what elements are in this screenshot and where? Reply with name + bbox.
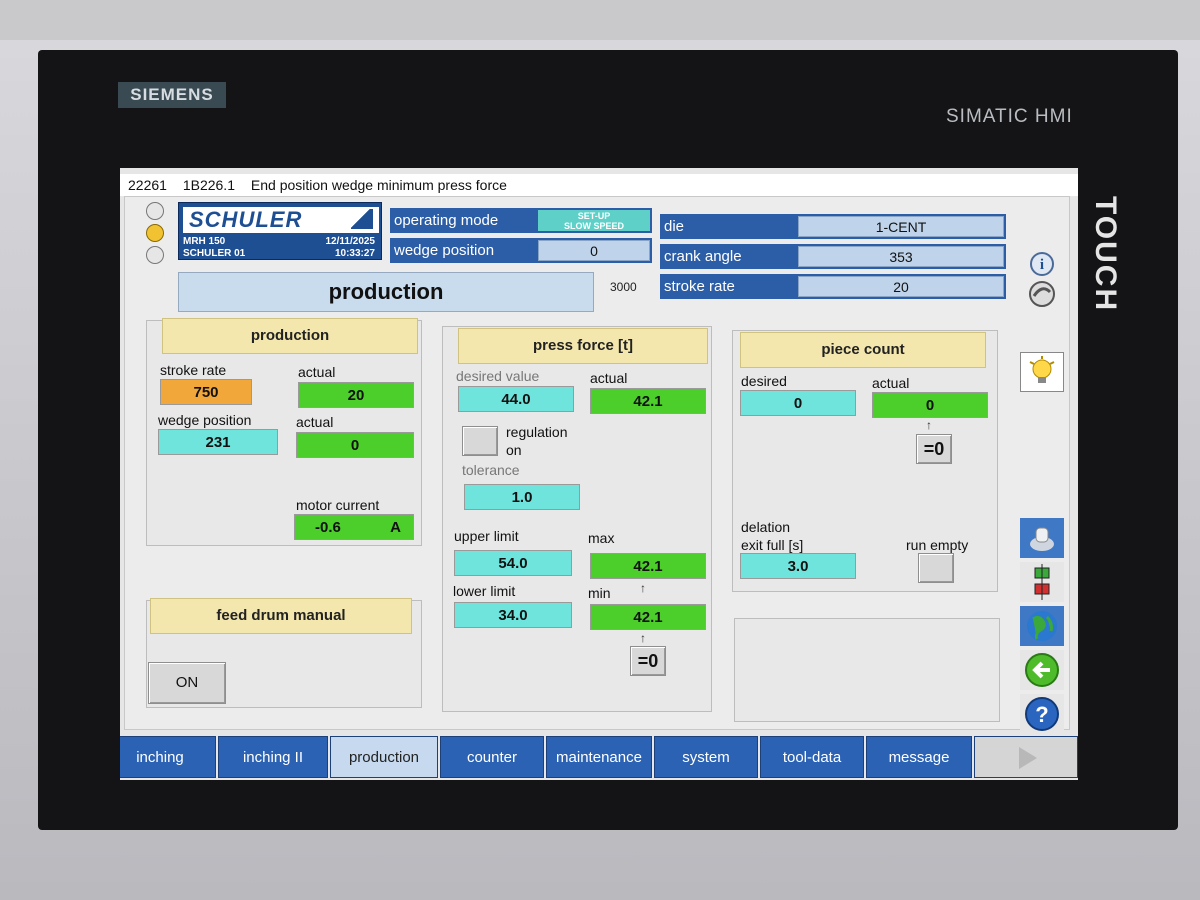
min-label: min <box>588 585 611 601</box>
tab-maintenance[interactable]: maintenance <box>546 736 652 778</box>
feed-drum-on-button[interactable]: ON <box>148 662 226 704</box>
regulation-label: regulation <box>506 424 568 440</box>
tolerance-field[interactable]: 1.0 <box>464 484 580 510</box>
simatic-label: SIMATIC HMI <box>946 106 1073 127</box>
crank-angle-value: 353 <box>798 246 1004 267</box>
schuler-logo: SCHULER MRH 150 SCHULER 01 12/11/2025 10… <box>178 202 382 260</box>
date-label: 12/11/2025 <box>325 236 376 247</box>
run-empty-toggle[interactable] <box>918 553 954 583</box>
exit-full-label: exit full [s] <box>741 537 804 553</box>
stroke-rate-setpoint-field[interactable]: 750 <box>160 379 252 405</box>
upper-limit-label: upper limit <box>454 528 519 544</box>
machine-label: MRH 150 <box>183 236 226 247</box>
time-label: 10:33:27 <box>334 248 375 259</box>
globe-icon[interactable] <box>1020 606 1064 646</box>
press-force-actual-value: 42.1 <box>590 388 706 414</box>
schuler-emblem-icon[interactable] <box>1020 274 1064 314</box>
max-arrow-icon: ↑ <box>640 581 646 595</box>
regulation-on-label: on <box>506 442 522 458</box>
stroke-actual-label: actual <box>298 364 336 380</box>
lower-limit-field[interactable]: 34.0 <box>454 602 572 628</box>
station-label: SCHULER 01 <box>183 248 246 259</box>
lower-limit-label: lower limit <box>453 583 516 599</box>
piece-desired-field[interactable]: 0 <box>740 390 856 416</box>
feed-drum-header: feed drum manual <box>150 598 412 634</box>
desired-value-label: desired value <box>456 368 540 384</box>
back-arrow-icon[interactable] <box>1020 650 1064 690</box>
operating-mode-line2: SLOW SPEED <box>563 221 624 231</box>
motor-current-label: motor current <box>296 497 380 513</box>
piece-actual-label: actual <box>872 375 910 391</box>
tab-message[interactable]: message <box>866 736 972 778</box>
motor-current-value: -0.6 A <box>294 514 414 540</box>
tolerance-label: tolerance <box>462 462 520 478</box>
tab-counter[interactable]: counter <box>440 736 544 778</box>
wedge-actual-label: actual <box>296 414 334 430</box>
lightbulb-icon[interactable] <box>1020 352 1064 392</box>
message-bar[interactable]: 22261 1B226.1 End position wedge minimum… <box>120 174 1078 196</box>
svg-text:i: i <box>1040 257 1044 273</box>
max-value: 42.1 <box>590 553 706 579</box>
status-lamp-top <box>146 202 164 220</box>
upper-limit-field[interactable]: 54.0 <box>454 550 572 576</box>
wedge-position-setpoint-field[interactable]: 231 <box>158 429 278 455</box>
piece-actual-value: 0 <box>872 392 988 418</box>
hmi-screen: 22261 1B226.1 End position wedge minimum… <box>120 168 1078 780</box>
max-label: max <box>588 530 615 546</box>
touch-label: TOUCH <box>1089 196 1122 313</box>
signal-icon[interactable] <box>1020 562 1064 602</box>
press-force-reset-button[interactable]: =0 <box>630 646 666 676</box>
min-value: 42.1 <box>590 604 706 630</box>
message-code: 22261 <box>128 177 167 193</box>
stroke-rate-header-value: 20 <box>798 276 1004 297</box>
schuler-swoosh-icon <box>351 209 373 229</box>
siemens-logo: SIEMENS <box>118 82 226 108</box>
piece-desired-label: desired <box>741 373 787 389</box>
press-force-desired-field[interactable]: 44.0 <box>458 386 574 412</box>
help-icon[interactable]: ? <box>1020 694 1064 734</box>
min-arrow-icon: ↑ <box>640 631 646 645</box>
motor-current-number: -0.6 <box>315 519 341 536</box>
status-lamp-bottom <box>146 246 164 264</box>
delation-label: delation <box>741 519 791 535</box>
page-title: production <box>178 272 594 312</box>
message-id: 1B226.1 <box>182 177 235 193</box>
svg-text:?: ? <box>1035 702 1048 727</box>
piece-count-arrow-icon: ↑ <box>926 418 932 432</box>
status-lamp-middle <box>146 224 164 242</box>
press-force-actual-label: actual <box>590 370 628 386</box>
press-force-header: press force [t] <box>458 328 708 364</box>
wedge-actual-value: 0 <box>296 432 414 458</box>
tab-tool-data[interactable]: tool-data <box>760 736 864 778</box>
page-number: 3000 <box>610 280 637 294</box>
machine-icon[interactable] <box>1020 518 1064 558</box>
piece-count-header: piece count <box>740 332 986 368</box>
tab-next-arrow[interactable] <box>974 736 1078 778</box>
motor-current-unit: A <box>390 519 401 536</box>
schuler-wordmark: SCHULER <box>183 207 379 233</box>
stroke-actual-value: 20 <box>298 382 414 408</box>
tab-bar: inching inching II production counter ma… <box>120 736 1078 778</box>
empty-panel <box>734 618 1000 722</box>
operating-mode-value: SET-UP SLOW SPEED <box>538 210 650 231</box>
tab-system[interactable]: system <box>654 736 758 778</box>
wedge-position-label: wedge position <box>158 412 252 428</box>
piece-count-reset-button[interactable]: =0 <box>916 434 952 464</box>
tab-inching[interactable]: inching <box>120 736 216 778</box>
stroke-rate-label: stroke rate <box>160 362 227 378</box>
tab-inching-ii[interactable]: inching II <box>218 736 328 778</box>
exit-full-field[interactable]: 3.0 <box>740 553 856 579</box>
run-empty-label: run empty <box>906 537 969 553</box>
die-value: 1-CENT <box>798 216 1004 237</box>
wedge-position-header-value: 0 <box>538 240 650 261</box>
tab-production[interactable]: production <box>330 736 438 778</box>
production-panel-header: production <box>162 318 418 354</box>
message-text: End position wedge minimum press force <box>250 177 507 193</box>
operating-mode-line1: SET-UP <box>577 211 611 221</box>
regulation-toggle[interactable] <box>462 426 498 456</box>
